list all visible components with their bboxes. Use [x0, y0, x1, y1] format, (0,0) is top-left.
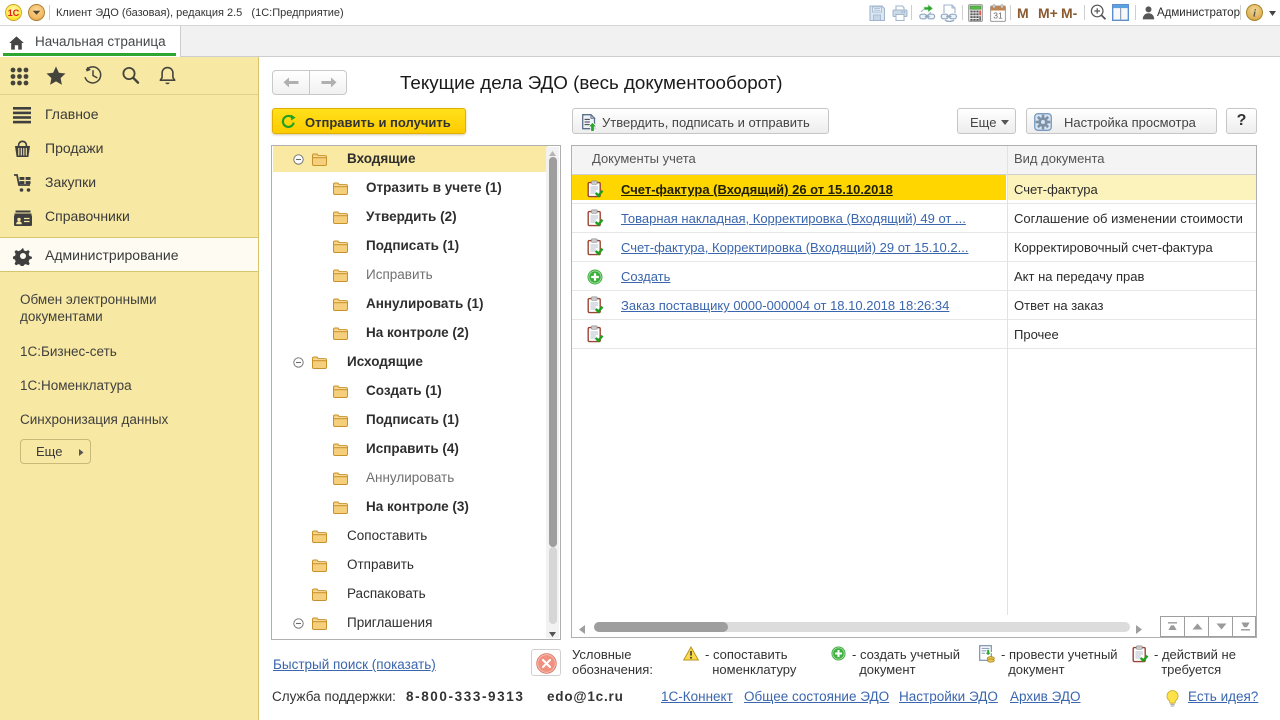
svg-text:1С: 1С: [8, 8, 20, 18]
svg-text:31: 31: [993, 11, 1003, 21]
